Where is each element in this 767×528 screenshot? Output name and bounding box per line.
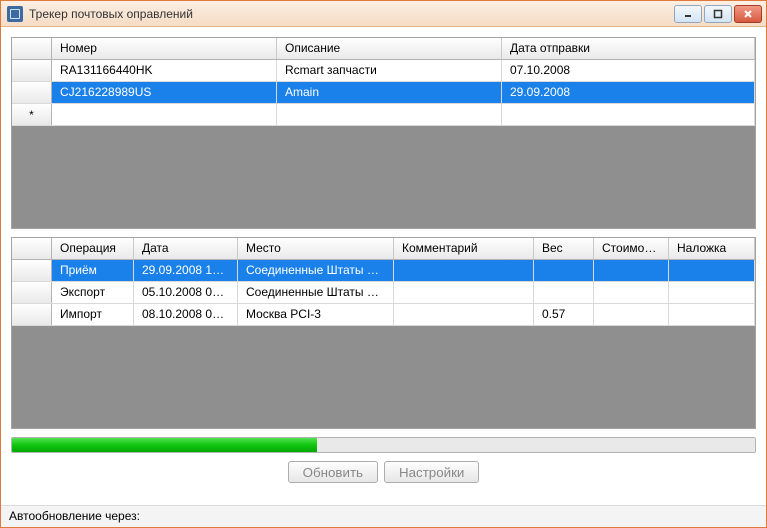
cell-description[interactable]: Amain (277, 82, 502, 103)
col-description[interactable]: Описание (277, 38, 502, 59)
operations-grid-header: Операция Дата Место Комментарий Вес Стои… (12, 238, 755, 260)
cell-weight[interactable]: 0.57 (534, 304, 594, 325)
col-send-date[interactable]: Дата отправки (502, 38, 755, 59)
cell-date[interactable]: 08.10.2008 05:05 (134, 304, 238, 325)
cell-comment[interactable] (394, 304, 534, 325)
table-row[interactable]: CJ216228989US Amain 29.09.2008 (12, 82, 755, 104)
window-controls (674, 5, 762, 23)
col-comment[interactable]: Комментарий (394, 238, 534, 259)
cell-place[interactable]: Соединенные Штаты Амер... (238, 260, 394, 281)
table-row[interactable]: Приём 29.09.2008 18:25 Соединенные Штаты… (12, 260, 755, 282)
cell-cod[interactable] (669, 304, 755, 325)
app-icon (7, 6, 23, 22)
cell-place[interactable]: Москва PCI-3 (238, 304, 394, 325)
refresh-button[interactable]: Обновить (288, 461, 378, 483)
cell-op[interactable]: Экспорт (52, 282, 134, 303)
col-operation[interactable]: Операция (52, 238, 134, 259)
row-selector[interactable] (12, 282, 52, 303)
row-selector[interactable] (12, 260, 52, 281)
new-row[interactable]: * (12, 104, 755, 126)
cell-cost[interactable] (594, 282, 669, 303)
cell-place[interactable]: Соединенные Штаты Амер... (238, 282, 394, 303)
cell-weight[interactable] (534, 282, 594, 303)
cell-number[interactable]: CJ216228989US (52, 82, 277, 103)
col-cost[interactable]: Стоимость (594, 238, 669, 259)
status-text: Автообновление через: (9, 509, 140, 523)
operations-grid[interactable]: Операция Дата Место Комментарий Вес Стои… (11, 237, 756, 429)
row-selector[interactable] (12, 60, 52, 81)
cell-cost[interactable] (594, 304, 669, 325)
cell-number[interactable] (52, 104, 277, 125)
cell-send-date[interactable]: 29.09.2008 (502, 82, 755, 103)
window-title: Трекер почтовых оправлений (29, 7, 674, 21)
close-button[interactable] (734, 5, 762, 23)
cell-cod[interactable] (669, 260, 755, 281)
operations-grid-body: Приём 29.09.2008 18:25 Соединенные Штаты… (12, 260, 755, 326)
button-row: Обновить Настройки (11, 461, 756, 483)
cell-op[interactable]: Импорт (52, 304, 134, 325)
table-row[interactable]: RA131166440HK Rcmart запчасти 07.10.2008 (12, 60, 755, 82)
minimize-button[interactable] (674, 5, 702, 23)
cell-op[interactable]: Приём (52, 260, 134, 281)
settings-button[interactable]: Настройки (384, 461, 479, 483)
table-row[interactable]: Экспорт 05.10.2008 07:12 Соединенные Шта… (12, 282, 755, 304)
cell-comment[interactable] (394, 260, 534, 281)
cell-date[interactable]: 29.09.2008 18:25 (134, 260, 238, 281)
row-selector-header (12, 38, 52, 59)
cell-date[interactable]: 05.10.2008 07:12 (134, 282, 238, 303)
table-row[interactable]: Импорт 08.10.2008 05:05 Москва PCI-3 0.5… (12, 304, 755, 326)
maximize-button[interactable] (704, 5, 732, 23)
col-place[interactable]: Место (238, 238, 394, 259)
cell-weight[interactable] (534, 260, 594, 281)
cell-description[interactable] (277, 104, 502, 125)
packages-grid[interactable]: Номер Описание Дата отправки RA131166440… (11, 37, 756, 229)
cell-comment[interactable] (394, 282, 534, 303)
cell-description[interactable]: Rcmart запчасти (277, 60, 502, 81)
progress-bar (11, 437, 756, 453)
col-date[interactable]: Дата (134, 238, 238, 259)
cell-cod[interactable] (669, 282, 755, 303)
cell-send-date[interactable]: 07.10.2008 (502, 60, 755, 81)
cell-send-date[interactable] (502, 104, 755, 125)
row-selector[interactable] (12, 304, 52, 325)
status-bar: Автообновление через: (1, 505, 766, 527)
new-row-glyph: * (12, 104, 52, 125)
row-selector-header (12, 238, 52, 259)
packages-grid-header: Номер Описание Дата отправки (12, 38, 755, 60)
app-window: Трекер почтовых оправлений Номер Описани… (0, 0, 767, 528)
col-cod[interactable]: Наложка (669, 238, 755, 259)
col-weight[interactable]: Вес (534, 238, 594, 259)
client-area: Номер Описание Дата отправки RA131166440… (1, 27, 766, 505)
row-selector[interactable] (12, 82, 52, 103)
col-number[interactable]: Номер (52, 38, 277, 59)
packages-grid-body: RA131166440HK Rcmart запчасти 07.10.2008… (12, 60, 755, 126)
cell-number[interactable]: RA131166440HK (52, 60, 277, 81)
titlebar[interactable]: Трекер почтовых оправлений (1, 1, 766, 27)
cell-cost[interactable] (594, 260, 669, 281)
progress-fill (12, 438, 317, 452)
